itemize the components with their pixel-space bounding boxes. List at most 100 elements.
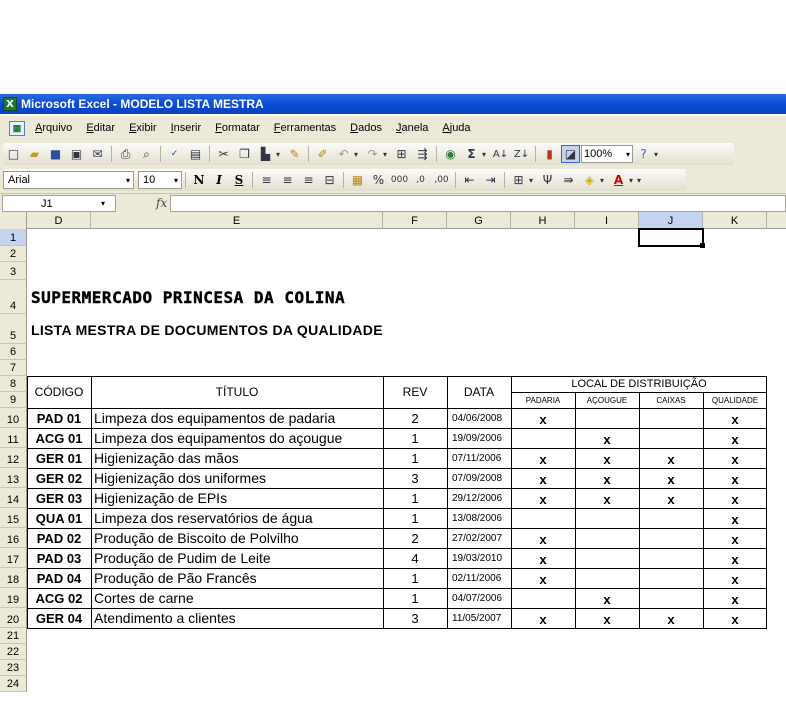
phonetic-icon[interactable]: Ψ [538, 171, 557, 189]
menu-janela[interactable]: Janela [389, 121, 435, 136]
drawing-icon[interactable]: ◪ [561, 145, 580, 163]
formatting-options-icon[interactable]: ▾ [637, 176, 645, 185]
column-header-d[interactable]: D [27, 212, 91, 229]
help-icon[interactable]: ? [634, 145, 653, 163]
autosum-dropdown-icon[interactable]: ▾ [482, 150, 490, 159]
column-header-e[interactable]: E [91, 212, 383, 229]
hyperlink-icon[interactable]: ◉ [441, 145, 460, 163]
column-header-h[interactable]: H [511, 212, 575, 229]
row-header-12[interactable]: 12 [0, 448, 27, 468]
increase-indent-icon[interactable]: ⇥ [481, 171, 500, 189]
row-header-13[interactable]: 13 [0, 468, 27, 488]
column-header-i[interactable]: I [575, 212, 639, 229]
undo-dropdown-icon[interactable]: ▾ [354, 150, 362, 159]
fill-color-icon[interactable]: ◈ [580, 171, 599, 189]
fill-handle[interactable] [700, 243, 705, 248]
row-header-22[interactable]: 22 [0, 644, 27, 660]
merge-center-icon[interactable]: ⊟ [320, 171, 339, 189]
spelling-icon[interactable]: ✓ [165, 145, 184, 163]
menu-ajuda[interactable]: Ajuda [435, 121, 477, 136]
row-header-20[interactable]: 20 [0, 608, 27, 628]
select-all-corner[interactable] [0, 212, 27, 229]
fill-color-dropdown-icon[interactable]: ▾ [600, 176, 608, 185]
permission-icon[interactable]: ▣ [67, 145, 86, 163]
cut-icon[interactable]: ✂ [214, 145, 233, 163]
menu-inserir[interactable]: Inserir [164, 121, 209, 136]
borders-dropdown-icon[interactable]: ▾ [529, 176, 537, 185]
decrease-decimal-icon[interactable]: ,00 [432, 171, 451, 189]
autosum-icon[interactable]: Σ [462, 145, 481, 163]
column-header-g[interactable]: G [447, 212, 511, 229]
insert-function-icon[interactable]: fx [156, 196, 167, 210]
borders-icon[interactable]: ⊞ [509, 171, 528, 189]
save-icon[interactable]: ■ [46, 145, 65, 163]
percent-icon[interactable]: % [369, 171, 388, 189]
research-icon[interactable]: ▤ [186, 145, 205, 163]
row-header-21[interactable]: 21 [0, 628, 27, 644]
row-header-7[interactable]: 7 [0, 360, 27, 376]
toolbar-options-icon[interactable]: ▾ [654, 150, 662, 159]
row-header-15[interactable]: 15 [0, 508, 27, 528]
paste-dropdown-icon[interactable]: ▾ [276, 150, 284, 159]
row-header-14[interactable]: 14 [0, 488, 27, 508]
font-size-select[interactable]: 10 ▾ [138, 171, 182, 189]
ink-icon[interactable]: ✐ [313, 145, 332, 163]
column-header-k[interactable]: K [703, 212, 767, 229]
font-color-icon[interactable]: A [609, 171, 628, 189]
spreadsheet-grid[interactable]: DEFGHIJK 1 2 3 4 5 6 7 8 9 10 11 12 13 14 15 16 17 18 19 20… [0, 212, 786, 701]
function-list-icon[interactable]: ⇶ [413, 145, 432, 163]
italic-button[interactable]: I [209, 171, 229, 189]
zoom-select[interactable]: 100% ▾ [581, 145, 633, 163]
menu-ferramentas[interactable]: Ferramentas [267, 121, 343, 136]
row-header-3[interactable]: 3 [0, 262, 27, 280]
print-preview-icon[interactable]: ⌕ [137, 145, 156, 163]
redo-dropdown-icon[interactable]: ▾ [383, 150, 391, 159]
row-header-8[interactable]: 8 [0, 376, 27, 392]
row-header-9[interactable]: 9 [0, 392, 27, 408]
menu-exibir[interactable]: Exibir [122, 121, 164, 136]
column-header-f[interactable]: F [383, 212, 447, 229]
row-header-17[interactable]: 17 [0, 548, 27, 568]
print-icon[interactable]: ⎙ [116, 145, 135, 163]
new-icon[interactable]: □ [4, 145, 23, 163]
format-painter-icon[interactable]: ✎ [285, 145, 304, 163]
text-direction-icon[interactable]: ⇛ [559, 171, 578, 189]
chart-wizard-icon[interactable]: ▮ [540, 145, 559, 163]
name-box[interactable]: J1 ▾ [2, 195, 116, 212]
selected-cell[interactable] [638, 228, 704, 247]
paste-icon[interactable]: ▙ [256, 145, 275, 163]
font-color-dropdown-icon[interactable]: ▾ [629, 176, 637, 185]
column-header-j[interactable]: J [639, 212, 703, 229]
font-select[interactable]: Arial ▾ [3, 171, 134, 189]
currency-icon[interactable]: ▦ [348, 171, 367, 189]
menu-formatar[interactable]: Formatar [208, 121, 267, 136]
copy-icon[interactable]: ❐ [235, 145, 254, 163]
thousands-icon[interactable]: 000 [390, 171, 409, 189]
increase-decimal-icon[interactable]: ,0 [411, 171, 430, 189]
align-left-icon[interactable]: ≡ [257, 171, 276, 189]
insert-icon[interactable]: ⊞ [392, 145, 411, 163]
redo-icon[interactable]: ↷ [363, 145, 382, 163]
row-header-23[interactable]: 23 [0, 660, 27, 676]
menu-editar[interactable]: Editar [79, 121, 122, 136]
row-header-24[interactable]: 24 [0, 676, 27, 692]
row-header-11[interactable]: 11 [0, 428, 27, 448]
row-header-4[interactable]: 4 [0, 280, 27, 314]
row-header-1[interactable]: 1 [0, 229, 27, 246]
open-icon[interactable]: ▰ [25, 145, 44, 163]
bold-button[interactable]: N [189, 171, 209, 189]
row-header-10[interactable]: 10 [0, 408, 27, 428]
align-right-icon[interactable]: ≡ [299, 171, 318, 189]
menu-arquivo[interactable]: Arquivo [28, 121, 79, 136]
underline-button[interactable]: S [229, 171, 249, 189]
row-header-5[interactable]: 5 [0, 314, 27, 344]
name-box-dropdown-icon[interactable]: ▾ [101, 199, 105, 208]
undo-icon[interactable]: ↶ [334, 145, 353, 163]
align-center-icon[interactable]: ≡ [278, 171, 297, 189]
menu-dados[interactable]: Dados [343, 121, 389, 136]
sort-ascending-icon[interactable]: A↓ [491, 145, 510, 163]
row-header-18[interactable]: 18 [0, 568, 27, 588]
email-icon[interactable]: ✉ [88, 145, 107, 163]
row-header-16[interactable]: 16 [0, 528, 27, 548]
sort-descending-icon[interactable]: Z↓ [512, 145, 531, 163]
